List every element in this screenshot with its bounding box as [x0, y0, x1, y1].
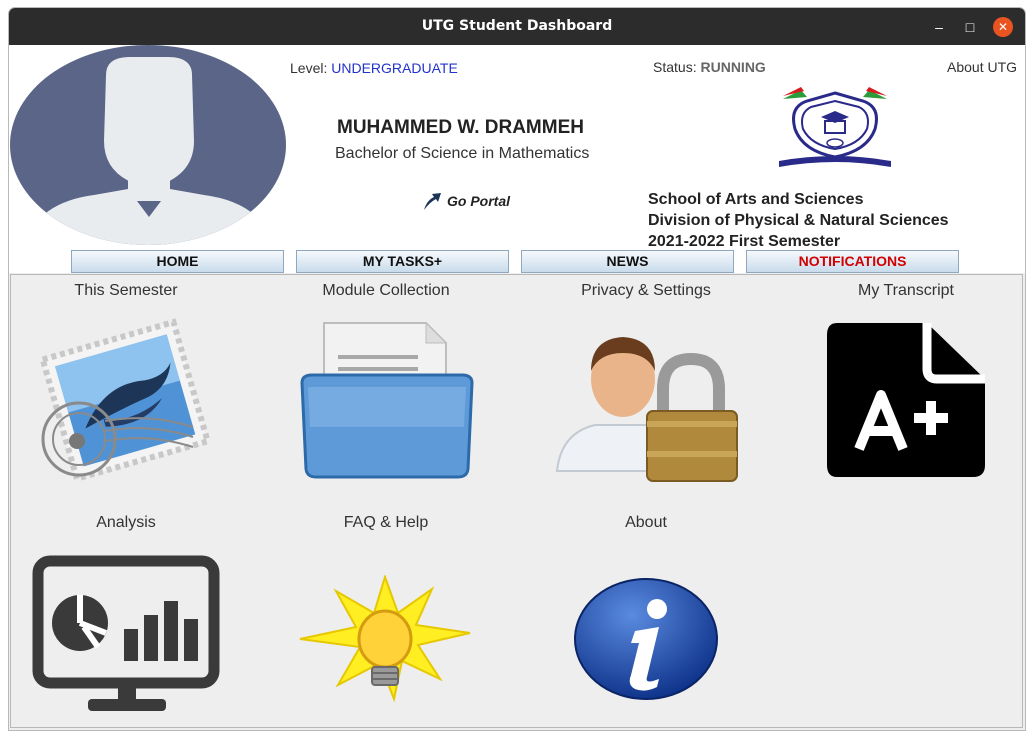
level-value: UNDERGRADUATE [331, 60, 458, 76]
tile-privacy-settings[interactable]: Privacy & Settings [546, 275, 746, 300]
school-name: School of Arts and Sciences [648, 191, 864, 208]
info-icon[interactable] [573, 577, 719, 701]
level-label: Level: [290, 60, 328, 76]
close-icon[interactable]: ✕ [993, 17, 1013, 37]
status-row: Status: RUNNING [653, 59, 766, 75]
semester-name: 2021-2022 First Semester [648, 233, 841, 250]
arrow-up-right-icon [424, 193, 441, 210]
division-name: Division of Physical & Natural Sciences [648, 212, 949, 229]
tile-about[interactable]: About [546, 507, 746, 532]
minimize-icon[interactable]: – [929, 17, 949, 37]
tile-faq-help[interactable]: FAQ & Help [286, 507, 486, 532]
go-portal-label: Go Portal [447, 193, 511, 209]
nav-notifications-button[interactable]: NOTIFICATIONS [746, 250, 959, 273]
maximize-icon[interactable]: □ [960, 17, 980, 37]
tile-label: Privacy & Settings [581, 282, 711, 299]
nav-my-tasks-button[interactable]: MY TASKS+ [296, 250, 509, 273]
lightbulb-icon[interactable] [298, 575, 472, 703]
tile-label: About [625, 514, 667, 531]
tile-label: My Transcript [857, 282, 954, 299]
student-name: MUHAMMED W. DRAMMEH [337, 117, 584, 138]
status-value: RUNNING [700, 59, 766, 75]
stamp-icon[interactable] [29, 317, 217, 483]
utg-logo [779, 87, 891, 167]
level-row: Level: UNDERGRADUATE [290, 60, 458, 76]
tile-label: This Semester [74, 282, 178, 299]
grade-document-icon[interactable] [825, 321, 987, 479]
folder-icon[interactable] [296, 317, 478, 481]
about-utg-link[interactable]: About UTG [947, 59, 1017, 75]
tile-label: FAQ & Help [343, 514, 429, 531]
degree-program: Bachelor of Science in Mathematics [335, 145, 590, 162]
tile-label: Analysis [96, 514, 156, 531]
app-window: UTG Student Dashboard – □ ✕ Level: UNDER… [9, 8, 1025, 730]
window-title: UTG Student Dashboard [421, 18, 613, 34]
tile-label: Module Collection [322, 282, 450, 299]
tile-module-collection[interactable]: Module Collection [286, 275, 486, 300]
dashboard-grid: This Semester Module Collection Privacy … [10, 274, 1023, 728]
avatar-icon [10, 45, 286, 245]
tile-analysis[interactable]: Analysis [26, 507, 226, 532]
profile-header: Level: UNDERGRADUATE Status: RUNNING Abo… [9, 45, 1025, 273]
status-label: Status: [653, 59, 697, 75]
go-portal-link[interactable]: Go Portal [421, 190, 510, 212]
tile-this-semester[interactable]: This Semester [26, 275, 226, 300]
nav-home-button[interactable]: HOME [71, 250, 284, 273]
title-bar: UTG Student Dashboard – □ ✕ [9, 8, 1025, 45]
nav-news-button[interactable]: NEWS [521, 250, 734, 273]
tile-my-transcript[interactable]: My Transcript [806, 275, 1006, 300]
user-lock-icon[interactable] [551, 321, 741, 487]
analytics-monitor-icon[interactable] [28, 547, 224, 725]
